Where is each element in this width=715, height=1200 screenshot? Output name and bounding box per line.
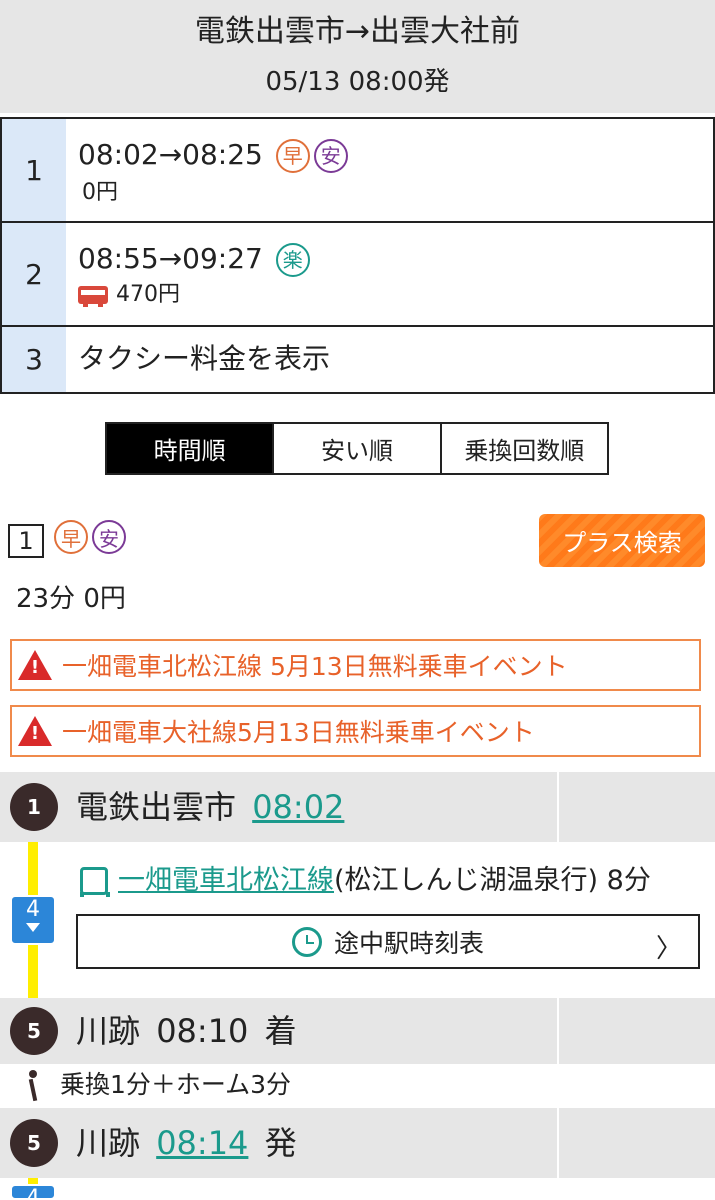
route-times: 08:55→09:27: [78, 242, 263, 275]
easy-badge-icon: 楽: [275, 243, 310, 277]
down-arrow-icon: [26, 923, 40, 932]
cheap-badge-icon: 安: [92, 520, 126, 554]
tab-sort-price[interactable]: 安い順: [274, 424, 442, 473]
plus-search-button[interactable]: プラス検索: [539, 514, 705, 567]
platform-badge: 4: [10, 895, 56, 945]
route-list: 1 08:02→08:25 早安 0円 2 08:55→09:27 楽 470円…: [0, 117, 715, 394]
chevron-right-icon: 〉: [655, 934, 682, 964]
sort-tabs: 時間順 安い順 乗換回数順: [105, 422, 609, 475]
timetable-button[interactable]: 途中駅時刻表 〉: [76, 914, 700, 969]
tab-sort-time[interactable]: 時間順: [107, 424, 275, 473]
route-option-2[interactable]: 2 08:55→09:27 楽 470円: [2, 223, 713, 327]
departure-label: 発: [264, 1124, 297, 1162]
route-number: 1: [2, 119, 66, 221]
arrival-time: 08:10: [156, 1012, 249, 1050]
station-row: 1 電鉄出雲市 08:02: [0, 772, 715, 842]
taxi-fare-link[interactable]: タクシー料金を表示: [78, 341, 330, 377]
result-summary: 23分 0円: [16, 584, 126, 614]
alert-banner[interactable]: 一畑電車北松江線 5月13日無料乗車イベント: [10, 639, 701, 691]
route-option-1[interactable]: 1 08:02→08:25 早安 0円: [2, 119, 713, 223]
route-option-3[interactable]: 3 タクシー料金を表示: [2, 327, 713, 392]
clock-icon: [291, 926, 322, 957]
station-row: 5 川跡 08:10 着: [0, 998, 715, 1064]
route-fare: 0円: [82, 180, 118, 205]
train-icon: [78, 866, 110, 897]
warning-icon: [18, 716, 52, 746]
departure-datetime: 05/13 08:00発: [265, 67, 450, 97]
page-header: 電鉄出雲市→出雲大社前 05/13 08:00発: [0, 0, 715, 113]
station-name[interactable]: 川跡: [76, 1012, 140, 1050]
route-title: 電鉄出雲市→出雲大社前: [194, 14, 521, 49]
train-line-link[interactable]: 一畑電車北松江線: [118, 865, 334, 896]
stop-number: 1: [10, 783, 58, 831]
departure-time-link[interactable]: 08:02: [252, 788, 344, 826]
alert-banner[interactable]: 一畑電車大社線5月13日無料乗車イベント: [10, 705, 701, 757]
warning-icon: [18, 650, 52, 680]
alert-text: 一畑電車大社線5月13日無料乗車イベント: [62, 718, 535, 747]
route-number: 2: [2, 223, 66, 325]
fast-badge-icon: 早: [54, 520, 88, 554]
route-number: 3: [2, 327, 66, 392]
transfer-row: 乗換1分＋ホーム3分: [0, 1064, 715, 1106]
train-destination: (松江しんじ湖温泉行) 8分: [334, 865, 651, 896]
cheap-badge-icon: 安: [313, 139, 348, 173]
departure-time-link[interactable]: 08:14: [156, 1124, 248, 1162]
station-row: 5 川跡 08:14 発: [0, 1108, 715, 1178]
transfer-text: 乗換1分＋ホーム3分: [60, 1070, 292, 1099]
bus-icon: [78, 286, 108, 307]
alert-text: 一畑電車北松江線 5月13日無料乗車イベント: [62, 652, 568, 681]
route-times: 08:02→08:25: [78, 138, 263, 171]
route-fare: 470円: [116, 282, 180, 307]
result-number: 1: [8, 524, 44, 558]
platform-badge: 4: [10, 1184, 56, 1200]
fast-badge-icon: 早: [275, 139, 310, 173]
stop-number: 5: [10, 1007, 58, 1055]
station-name[interactable]: 川跡: [76, 1124, 140, 1162]
walking-icon: [22, 1070, 44, 1102]
arrival-label: 着: [264, 1012, 297, 1050]
stop-number: 5: [10, 1119, 58, 1167]
station-name[interactable]: 電鉄出雲市: [76, 788, 236, 826]
tab-sort-transfers[interactable]: 乗換回数順: [442, 424, 607, 473]
